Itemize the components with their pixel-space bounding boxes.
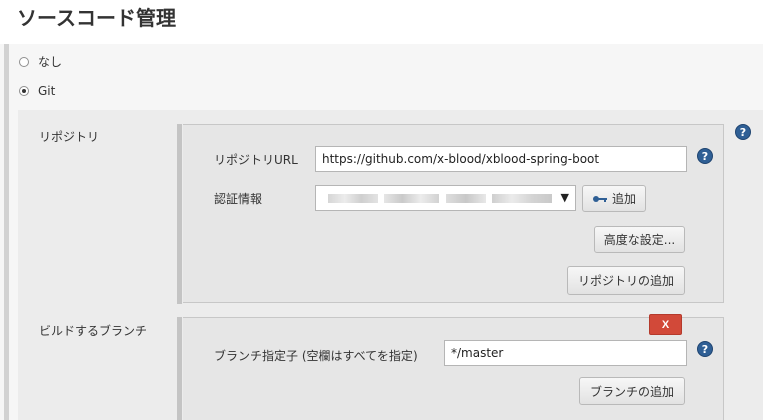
key-icon [592, 194, 608, 204]
branch-specifier-input[interactable] [444, 340, 687, 366]
add-repository-button[interactable]: リポジトリの追加 [567, 266, 685, 295]
branches-label: ビルドするブランチ [39, 324, 148, 338]
advanced-button[interactable]: 高度な設定... [594, 226, 685, 253]
scm-option-git-label: Git [38, 84, 56, 98]
branches-indent-bar [177, 317, 182, 420]
add-credential-button[interactable]: 追加 [582, 185, 646, 212]
add-branch-button[interactable]: ブランチの追加 [579, 377, 685, 405]
scm-option-none[interactable]: なし [19, 53, 62, 70]
scm-option-git[interactable]: Git [19, 84, 55, 98]
chevron-down-icon: ▼ [560, 191, 569, 204]
credentials-select[interactable]: ▼ [315, 185, 576, 211]
scm-option-none-label: なし [38, 55, 63, 69]
branch-specifier-label: ブランチ指定子 (空欄はすべてを指定) [214, 349, 418, 363]
radio-git[interactable] [19, 86, 29, 96]
scm-config-page: ソースコード管理 なし Git ? リポジトリ リポジトリURL ? 認証情報 … [0, 0, 763, 420]
credentials-label: 認証情報 [214, 192, 263, 206]
repositories-label: リポジトリ [39, 130, 100, 144]
section-title: ソースコード管理 [17, 6, 176, 30]
help-icon[interactable]: ? [735, 124, 751, 140]
radio-none[interactable] [19, 56, 29, 67]
repository-url-input[interactable] [315, 146, 687, 172]
help-icon[interactable]: ? [697, 148, 713, 164]
delete-branch-button[interactable]: X [649, 314, 682, 335]
add-credential-label: 追加 [611, 192, 636, 206]
help-icon[interactable]: ? [697, 341, 713, 357]
repository-url-label: リポジトリURL [214, 153, 298, 167]
repositories-indent-bar [177, 124, 182, 304]
section-indent-bar [4, 44, 9, 420]
